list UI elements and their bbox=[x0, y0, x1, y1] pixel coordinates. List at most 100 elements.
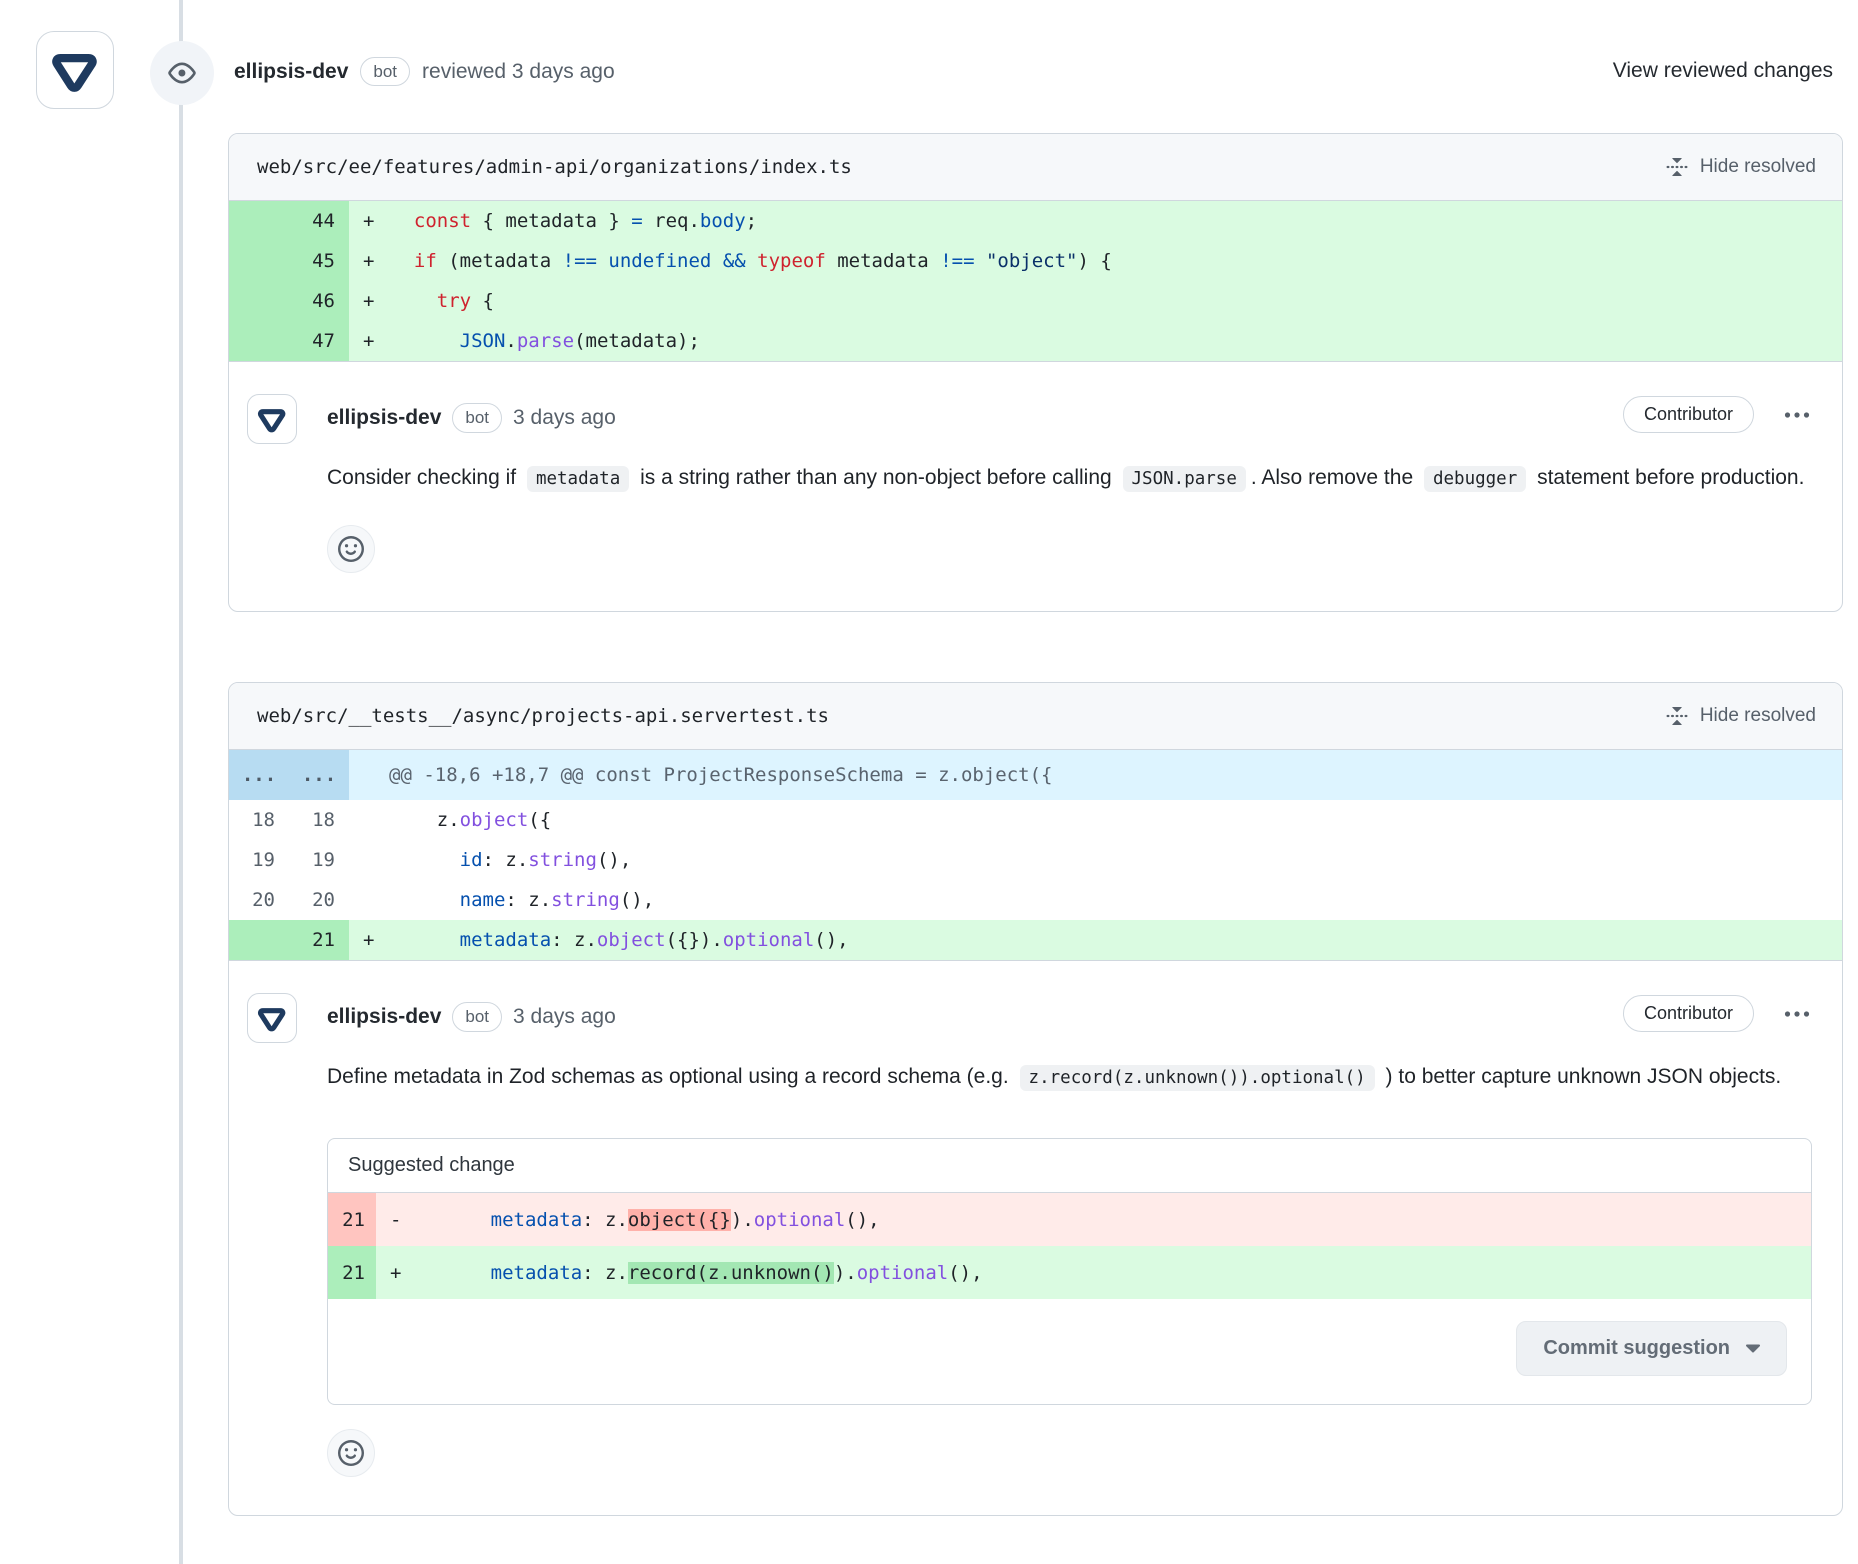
contributor-badge: Contributor bbox=[1623, 995, 1754, 1032]
add-reaction-button[interactable] bbox=[327, 1429, 375, 1477]
comment-body: Define metadata in Zod schemas as option… bbox=[327, 1055, 1812, 1100]
line-number[interactable] bbox=[229, 920, 289, 960]
diff-sign: + bbox=[349, 330, 391, 352]
bot-badge: bot bbox=[360, 57, 410, 86]
comment-header-right: Contributor bbox=[1623, 396, 1814, 433]
comment-time[interactable]: 3 days ago bbox=[513, 1005, 616, 1029]
reviewer-avatar[interactable] bbox=[36, 31, 114, 109]
diff-line-row: 21+ metadata: z.record(z.unknown()).opti… bbox=[328, 1246, 1811, 1299]
hide-resolved-label: Hide resolved bbox=[1700, 705, 1816, 727]
diff-line-row: 47+ JSON.parse(metadata); bbox=[229, 321, 1842, 361]
suggestion-footer: Commit suggestion bbox=[328, 1299, 1811, 1404]
diff-sign: + bbox=[349, 290, 391, 312]
diff-block: 44+ const { metadata } = req.body;45+ if… bbox=[229, 201, 1842, 361]
diff-line-row: 45+ if (metadata !== undefined && typeof… bbox=[229, 241, 1842, 281]
eye-icon bbox=[168, 59, 196, 87]
line-number[interactable]: 20 bbox=[229, 880, 289, 920]
kebab-icon bbox=[1784, 411, 1810, 419]
line-number[interactable]: 19 bbox=[289, 840, 349, 880]
line-number[interactable]: 21 bbox=[328, 1193, 376, 1246]
line-number[interactable]: 20 bbox=[289, 880, 349, 920]
smiley-icon bbox=[338, 1440, 364, 1466]
diff-line-row: 21- metadata: z.object({}).optional(), bbox=[328, 1193, 1811, 1246]
diff-sign: + bbox=[349, 250, 391, 272]
comment-header: ellipsis-dev bot 3 days ago bbox=[327, 995, 1812, 1039]
suggested-change-box: Suggested change 21- metadata: z.object(… bbox=[327, 1138, 1812, 1405]
comment-body: Consider checking if metadata is a strin… bbox=[327, 456, 1812, 501]
comment-header-right: Contributor bbox=[1623, 995, 1814, 1032]
line-number[interactable] bbox=[229, 201, 289, 241]
comment-time[interactable]: 3 days ago bbox=[513, 406, 616, 430]
ellipsis-logo-icon bbox=[256, 403, 288, 435]
hide-resolved-button[interactable]: Hide resolved bbox=[1665, 155, 1816, 179]
line-number[interactable]: 45 bbox=[289, 241, 349, 281]
diff-line-row: 44+ const { metadata } = req.body; bbox=[229, 201, 1842, 241]
bot-badge: bot bbox=[452, 1002, 502, 1031]
diff-sign: + bbox=[376, 1262, 422, 1284]
comment-avatar[interactable] bbox=[247, 394, 297, 444]
suggestion-diff: 21- metadata: z.object({}).optional(),21… bbox=[328, 1193, 1811, 1299]
code-text: name: z.string(), bbox=[391, 889, 1842, 911]
kebab-menu-button[interactable] bbox=[1780, 1004, 1814, 1024]
line-number[interactable]: 46 bbox=[289, 281, 349, 321]
diff-line-row: 2020 name: z.string(), bbox=[229, 880, 1842, 920]
line-number[interactable] bbox=[229, 241, 289, 281]
review-event-badge bbox=[150, 41, 214, 105]
ellipsis-logo-icon bbox=[49, 44, 101, 96]
inline-code: JSON.parse bbox=[1123, 466, 1246, 492]
diff-line-row: 1919 id: z.string(), bbox=[229, 840, 1842, 880]
bot-badge: bot bbox=[452, 403, 502, 432]
code-text: id: z.string(), bbox=[391, 849, 1842, 871]
line-number[interactable] bbox=[229, 281, 289, 321]
line-number[interactable]: 21 bbox=[328, 1246, 376, 1299]
review-header: ellipsis-dev bot reviewed 3 days ago bbox=[234, 57, 615, 86]
review-comment: ellipsis-dev bot 3 days ago Contributor … bbox=[229, 361, 1842, 611]
diff-block: ......@@ -18,6 +18,7 @@ const ProjectRes… bbox=[229, 750, 1842, 960]
add-reaction-button[interactable] bbox=[327, 525, 375, 573]
inline-code: metadata bbox=[527, 466, 629, 492]
chevron-down-icon bbox=[1746, 1344, 1760, 1353]
code-text: if (metadata !== undefined && typeof met… bbox=[391, 250, 1842, 272]
fold-icon bbox=[1665, 155, 1689, 179]
contributor-badge: Contributor bbox=[1623, 396, 1754, 433]
line-number[interactable]: ... bbox=[289, 750, 349, 800]
fold-icon bbox=[1665, 704, 1689, 728]
review-thread-card: web/src/__tests__/async/projects-api.ser… bbox=[228, 682, 1843, 1516]
line-number[interactable]: 18 bbox=[289, 800, 349, 840]
diff-line-row: 46+ try { bbox=[229, 281, 1842, 321]
comment-author[interactable]: ellipsis-dev bbox=[327, 1005, 441, 1029]
hide-resolved-button[interactable]: Hide resolved bbox=[1665, 704, 1816, 728]
line-number[interactable]: 44 bbox=[289, 201, 349, 241]
diff-sign: + bbox=[349, 210, 391, 232]
review-thread-card: web/src/ee/features/admin-api/organizati… bbox=[228, 133, 1843, 612]
code-text: JSON.parse(metadata); bbox=[391, 330, 1842, 352]
review-meta: reviewed 3 days ago bbox=[422, 60, 615, 84]
line-number[interactable]: 21 bbox=[289, 920, 349, 960]
view-reviewed-changes-link[interactable]: View reviewed changes bbox=[1613, 59, 1833, 83]
diff-line-row: 21+ metadata: z.object({}).optional(), bbox=[229, 920, 1842, 960]
ellipsis-logo-icon bbox=[256, 1002, 288, 1034]
reviewer-name[interactable]: ellipsis-dev bbox=[234, 60, 348, 84]
kebab-menu-button[interactable] bbox=[1780, 405, 1814, 425]
code-text: z.object({ bbox=[391, 809, 1842, 831]
commit-suggestion-button[interactable]: Commit suggestion bbox=[1516, 1321, 1787, 1376]
line-number[interactable]: ... bbox=[229, 750, 289, 800]
diff-line-row: 1818 z.object({ bbox=[229, 800, 1842, 840]
file-path-link[interactable]: web/src/ee/features/admin-api/organizati… bbox=[257, 156, 852, 178]
timeline-line bbox=[179, 0, 183, 1564]
line-number[interactable]: 19 bbox=[229, 840, 289, 880]
suggested-change-title: Suggested change bbox=[328, 1139, 1811, 1193]
comment-author[interactable]: ellipsis-dev bbox=[327, 406, 441, 430]
line-number[interactable]: 47 bbox=[289, 321, 349, 361]
code-text: metadata: z.object({}).optional(), bbox=[391, 929, 1842, 951]
diff-sign: + bbox=[349, 929, 391, 951]
code-text: metadata: z.record(z.unknown()).optional… bbox=[422, 1262, 1811, 1284]
diff-sign: - bbox=[376, 1209, 422, 1231]
comment-avatar[interactable] bbox=[247, 993, 297, 1043]
code-text: const { metadata } = req.body; bbox=[391, 210, 1842, 232]
file-header: web/src/ee/features/admin-api/organizati… bbox=[229, 134, 1842, 201]
hunk-header-text: @@ -18,6 +18,7 @@ const ProjectResponseS… bbox=[349, 764, 1842, 786]
line-number[interactable] bbox=[229, 321, 289, 361]
file-path-link[interactable]: web/src/__tests__/async/projects-api.ser… bbox=[257, 705, 829, 727]
line-number[interactable]: 18 bbox=[229, 800, 289, 840]
